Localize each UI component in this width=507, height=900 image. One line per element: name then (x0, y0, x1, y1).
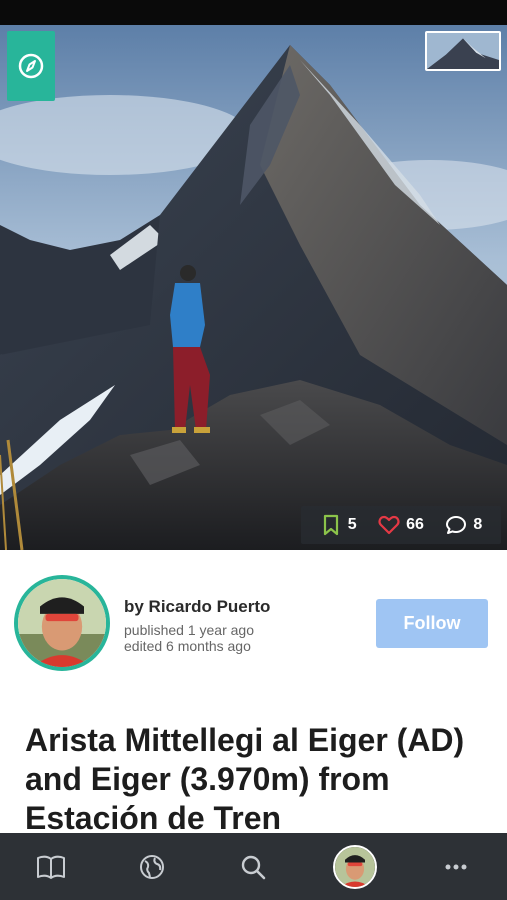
mountain-photo (0, 25, 507, 550)
edited-date: edited 6 months ago (124, 638, 251, 654)
thumbnail-image (427, 33, 499, 69)
stats-bar: 5 66 8 (301, 506, 501, 544)
article-title: Arista Mittellegi al Eiger (AD) and Eige… (25, 722, 465, 836)
more-icon (445, 864, 467, 869)
author-meta: published 1 year ago edited 6 months ago (124, 622, 254, 654)
bookmark-count: 5 (347, 516, 357, 533)
author-avatar[interactable] (14, 575, 110, 671)
nav-more[interactable] (426, 837, 486, 897)
nav-profile[interactable] (325, 837, 385, 897)
comment-count: 8 (473, 516, 483, 533)
nav-search[interactable] (223, 837, 283, 897)
photo-thumbnail[interactable] (425, 31, 501, 71)
nav-guides[interactable] (21, 837, 81, 897)
profile-avatar (332, 844, 377, 889)
globe-icon (140, 854, 165, 879)
bottom-nav (0, 833, 507, 900)
like-stat[interactable]: 66 (378, 514, 424, 536)
search-icon (242, 855, 266, 879)
comment-icon (446, 516, 467, 534)
book-icon (36, 855, 65, 879)
hero-image[interactable]: 5 66 8 (0, 25, 507, 550)
author-name[interactable]: by Ricardo Puerto (124, 597, 270, 617)
bookmark-stat[interactable]: 5 (320, 514, 357, 536)
comment-stat[interactable]: 8 (445, 514, 482, 536)
heart-icon (378, 515, 400, 535)
bookmark-icon (323, 514, 338, 536)
like-count: 66 (406, 516, 424, 533)
published-date: published 1 year ago (124, 622, 254, 638)
author-section: by Ricardo Puerto published 1 year ago e… (0, 550, 507, 680)
profile-photo (334, 846, 375, 887)
nav-explore[interactable] (122, 837, 182, 897)
status-bar (0, 0, 507, 25)
compass-button[interactable] (7, 31, 55, 101)
follow-button[interactable]: Follow (376, 599, 488, 648)
author-photo (18, 579, 106, 667)
compass-icon (18, 53, 44, 79)
